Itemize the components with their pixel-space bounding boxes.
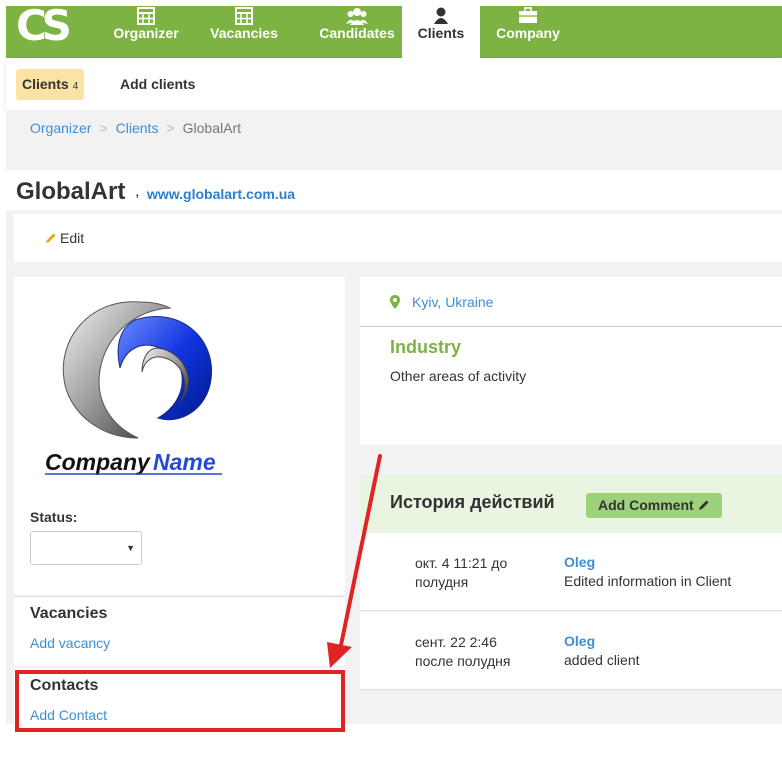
nav-clients[interactable]: Clients [402, 6, 480, 58]
logo-text-company: Company [45, 449, 151, 475]
highlight-box [15, 670, 345, 732]
status-select[interactable]: ▼ [30, 531, 142, 565]
breadcrumb-organizer[interactable]: Organizer [30, 120, 91, 136]
calendar-icon [137, 7, 155, 25]
vacancies-title: Vacancies [30, 605, 108, 622]
breadcrumb-clients[interactable]: Clients [116, 120, 159, 136]
nav-candidates[interactable]: Candidates [301, 6, 413, 58]
map-pin-icon [390, 295, 400, 309]
nav-label: Company [496, 25, 560, 41]
tab-clients[interactable]: Clients 4 [16, 69, 85, 100]
page-title: GlobalArt [16, 178, 126, 205]
tab-clients-label: Clients [22, 76, 69, 92]
client-location-link[interactable]: Kyiv, Ukraine [412, 294, 493, 310]
client-website-link[interactable]: www.globalart.com.ua [147, 186, 295, 202]
tab-add-clients[interactable]: Add clients [120, 69, 195, 100]
nav-label: Candidates [319, 25, 395, 41]
edit-bar [14, 214, 782, 262]
nav-company[interactable]: Company [488, 6, 568, 58]
caret-down-icon: ▼ [126, 543, 135, 553]
pencil-icon [46, 233, 56, 243]
nav-organizer[interactable]: Organizer [106, 6, 186, 58]
history-date-line2: полудня [415, 574, 469, 590]
industry-value: Other areas of activity [390, 368, 527, 384]
logo-text-name: Name [153, 449, 216, 475]
nav-label: Vacancies [210, 25, 278, 41]
history-user-link[interactable]: Oleg [564, 633, 595, 649]
history-action: Edited information in Client [564, 573, 732, 589]
pencil-icon [698, 500, 709, 510]
history-title: История действий [390, 492, 555, 512]
briefcase-icon [519, 7, 537, 23]
top-navbar: CS Organizer Vacancies Candidates Client… [6, 5, 782, 58]
app-logo[interactable]: CS [16, 5, 72, 47]
title-separator: , [135, 183, 140, 200]
add-vacancy-link[interactable]: Add vacancy [30, 635, 110, 651]
breadcrumb-separator: > [99, 120, 108, 136]
edit-label: Edit [60, 230, 85, 246]
add-comment-label: Add Comment [598, 497, 694, 513]
nav-vacancies[interactable]: Vacancies [204, 6, 284, 58]
history-user-link[interactable]: Oleg [564, 554, 595, 570]
add-comment-button[interactable]: Add Comment [586, 493, 722, 518]
breadcrumb: Organizer > Clients > GlobalArt [30, 120, 241, 136]
company-logo: Company Name [45, 301, 222, 475]
industry-title: Industry [390, 337, 462, 357]
status-label: Status: [30, 509, 78, 525]
history-date-line2: после полудня [415, 653, 511, 669]
history-date: окт. 4 11:21 до полудня [415, 554, 535, 592]
user-icon [434, 7, 448, 24]
calendar-icon [235, 7, 253, 25]
history-action: added client [564, 652, 640, 668]
breadcrumb-separator: > [166, 120, 175, 136]
nav-label: Organizer [113, 25, 179, 41]
edit-button[interactable]: Edit [45, 230, 84, 246]
clients-count-badge: 4 [72, 81, 79, 92]
history-date-line1: сент. 22 2:46 [415, 634, 497, 650]
users-icon [346, 8, 368, 25]
history-date: сент. 22 2:46 после полудня [415, 633, 535, 671]
breadcrumb-current: GlobalArt [182, 120, 241, 136]
history-date-line1: окт. 4 11:21 до [415, 555, 508, 571]
sub-navbar: Clients 4 Add clients [6, 58, 782, 110]
divider [360, 326, 782, 327]
nav-label: Clients [417, 25, 465, 41]
